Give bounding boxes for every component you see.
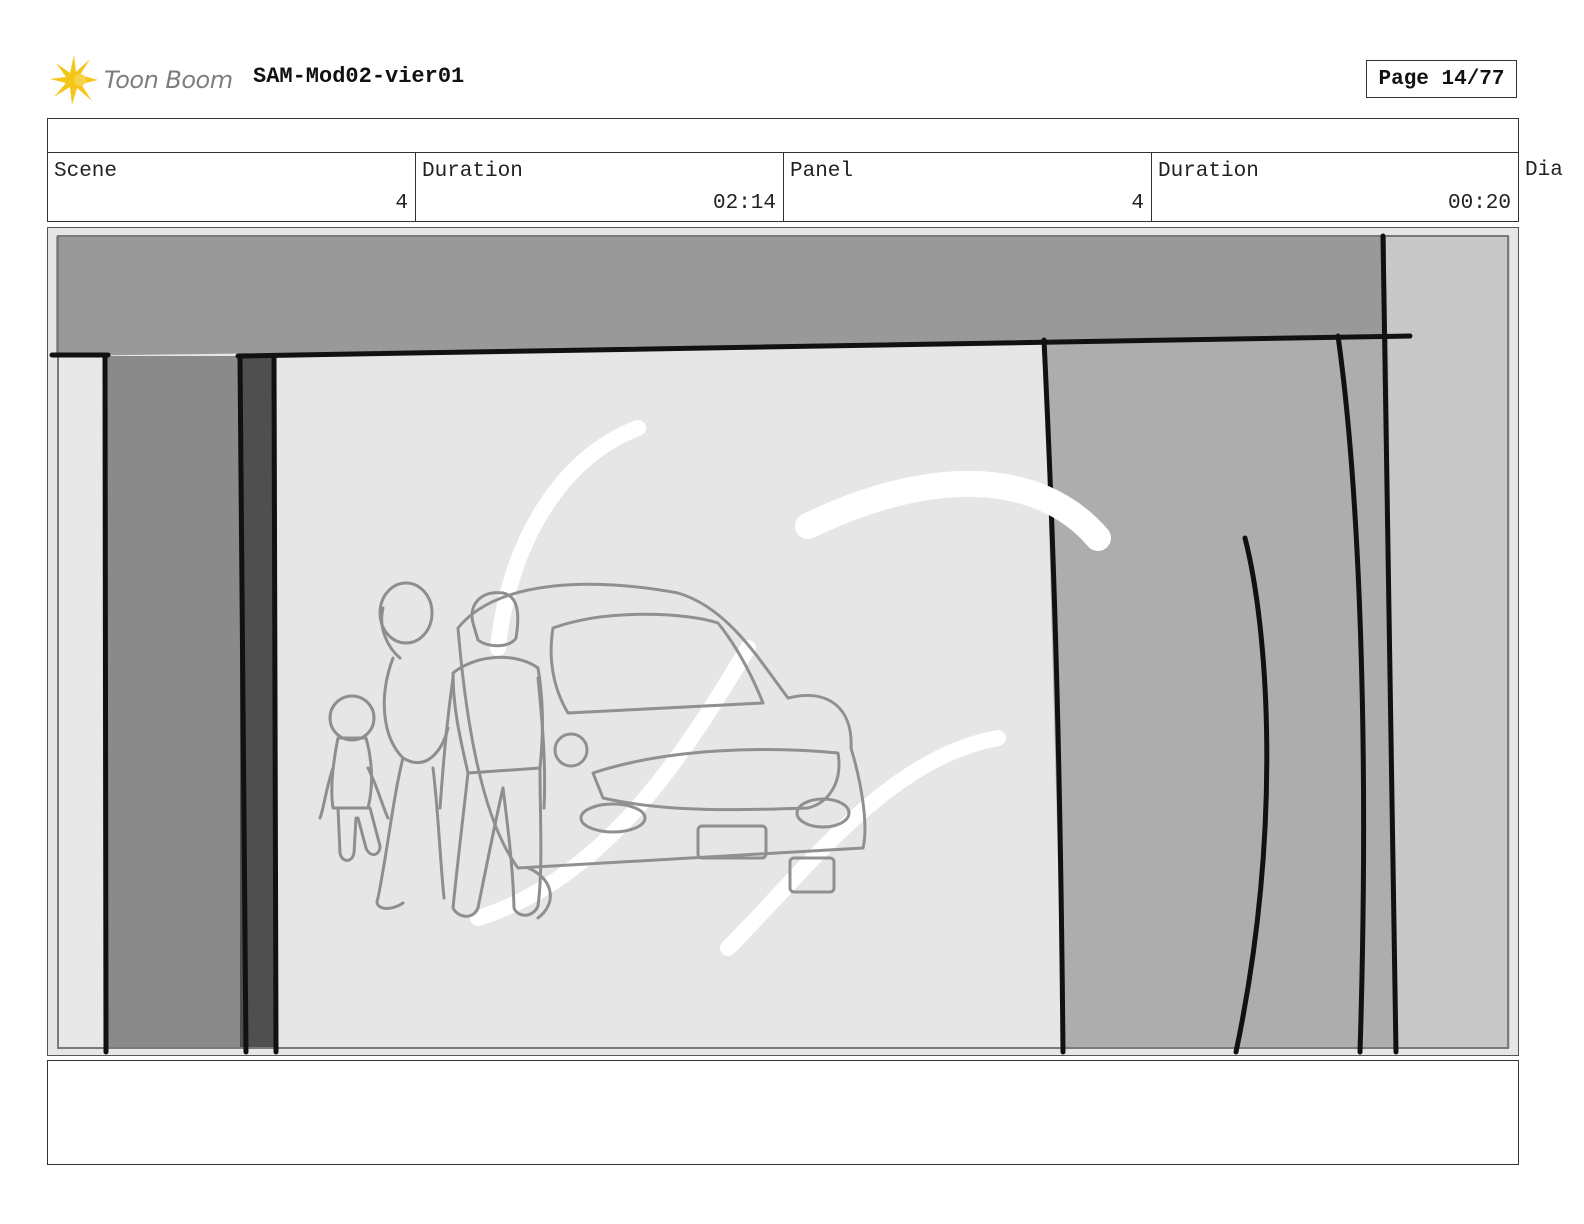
panel-value: 4 <box>1131 192 1144 215</box>
panel-cell: Panel 4 <box>784 153 1152 221</box>
storyboard-panel <box>47 227 1519 1056</box>
panel-duration-label: Duration <box>1158 160 1259 183</box>
project-title: SAM-Mod02-vier01 <box>253 64 465 89</box>
scene-duration-cell: Duration 02:14 <box>416 153 784 221</box>
panel-duration-value: 00:20 <box>1447 192 1511 215</box>
toon-boom-starburst-icon <box>50 55 98 105</box>
scene-info-row: Scene 4 Duration 02:14 Panel 4 Duration … <box>47 152 1519 222</box>
logo-text: Toon Boom <box>104 66 233 94</box>
toon-boom-logo: Toon Boom <box>50 55 233 105</box>
title-row <box>47 118 1519 153</box>
scene-cell: Scene 4 <box>48 153 416 221</box>
dialogue-label-truncated: Dia <box>1525 159 1563 182</box>
scene-duration-label: Duration <box>422 160 523 183</box>
scene-label: Scene <box>54 160 118 183</box>
scene-duration-value: 02:14 <box>712 192 776 215</box>
storyboard-sketch <box>48 228 1518 1055</box>
action-notes-box <box>47 1060 1519 1165</box>
panel-label: Panel <box>790 160 854 183</box>
page-indicator: Page 14/77 <box>1366 60 1517 98</box>
scene-value: 4 <box>395 192 408 215</box>
panel-duration-cell: Duration 00:20 <box>1152 153 1518 221</box>
